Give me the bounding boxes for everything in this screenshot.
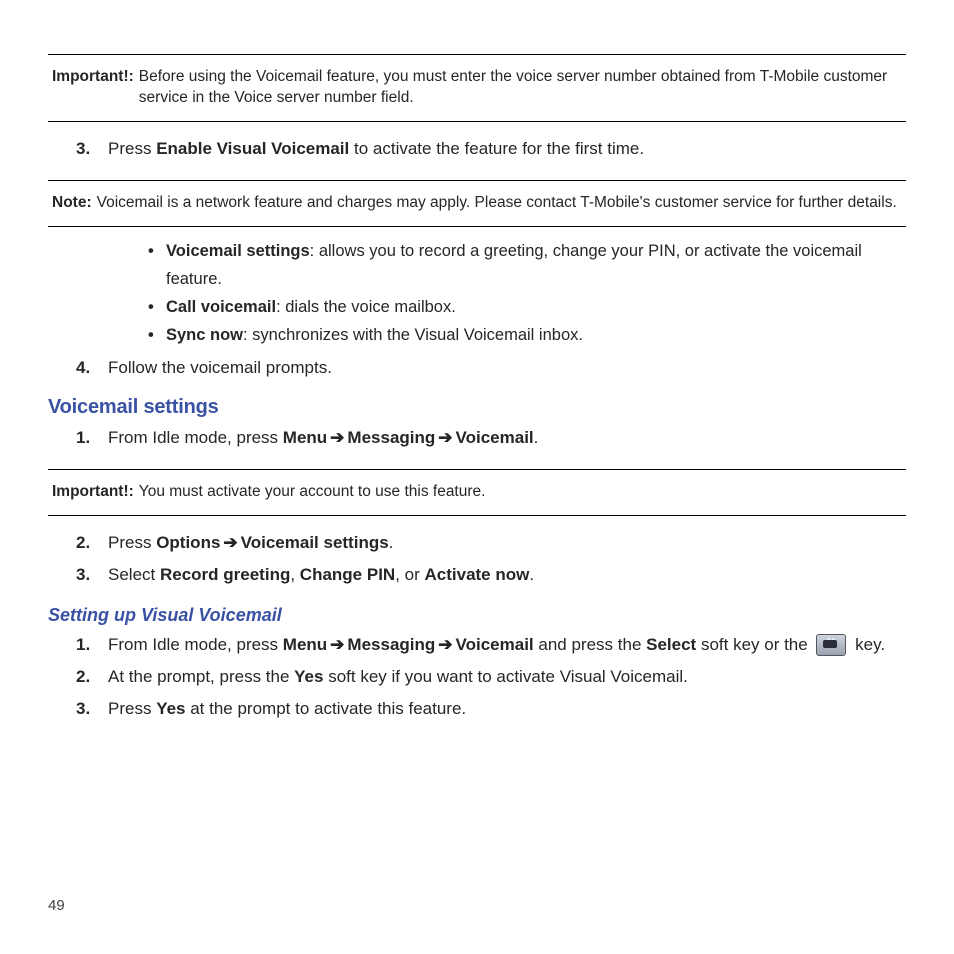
bold: Menu bbox=[283, 428, 327, 447]
arrow-icon: ➔ bbox=[327, 635, 347, 654]
vset-step-3: 3. Select Record greeting, Change PIN, o… bbox=[76, 562, 906, 588]
text: . bbox=[534, 428, 539, 447]
step-body: Press Enable Visual Voicemail to activat… bbox=[108, 136, 906, 162]
step-number: 2. bbox=[76, 530, 108, 556]
bold: Voicemail bbox=[456, 635, 534, 654]
step-number: 2. bbox=[76, 664, 108, 690]
callout-text: Before using the Voicemail feature, you … bbox=[139, 67, 906, 109]
step-body: From Idle mode, press Menu➔Messaging➔Voi… bbox=[108, 425, 906, 451]
callout-label: Important!: bbox=[52, 482, 139, 503]
text: at the prompt to activate this feature. bbox=[186, 699, 467, 718]
step-number: 3. bbox=[76, 136, 108, 162]
text: From Idle mode, press bbox=[108, 635, 283, 654]
rule bbox=[48, 180, 906, 181]
step-body: Press Yes at the prompt to activate this… bbox=[108, 696, 906, 722]
callout-note: Note: Voicemail is a network feature and… bbox=[48, 187, 906, 220]
step-number: 1. bbox=[76, 632, 108, 658]
rule bbox=[48, 54, 906, 55]
bold: Yes bbox=[294, 667, 323, 686]
text: Press bbox=[108, 533, 156, 552]
text: soft key or the bbox=[696, 635, 812, 654]
step-body: At the prompt, press the Yes soft key if… bbox=[108, 664, 906, 690]
vv-step-2: 2. At the prompt, press the Yes soft key… bbox=[76, 664, 906, 690]
bold: Voicemail settings bbox=[166, 242, 310, 260]
manual-page: Important!: Before using the Voicemail f… bbox=[0, 0, 954, 954]
arrow-icon: ➔ bbox=[435, 635, 455, 654]
bold: Messaging bbox=[347, 635, 435, 654]
step-body: From Idle mode, press Menu➔Messaging➔Voi… bbox=[108, 632, 906, 658]
bold: Enable Visual Voicemail bbox=[156, 139, 349, 158]
bold: Voicemail settings bbox=[241, 533, 389, 552]
arrow-icon: ➔ bbox=[435, 428, 455, 447]
bullet-voicemail-settings: Voicemail settings: allows you to record… bbox=[166, 237, 906, 293]
step-body: Follow the voicemail prompts. bbox=[108, 355, 906, 381]
rule bbox=[48, 121, 906, 122]
bullet-call-voicemail: Call voicemail: dials the voice mailbox. bbox=[166, 293, 906, 321]
bullet-sync-now: Sync now: synchronizes with the Visual V… bbox=[166, 321, 906, 349]
rule bbox=[48, 469, 906, 470]
rule bbox=[48, 515, 906, 516]
bold: Change PIN bbox=[300, 565, 395, 584]
bold: Options bbox=[156, 533, 220, 552]
rule bbox=[48, 226, 906, 227]
text: : dials the voice mailbox. bbox=[276, 298, 456, 316]
step-body: Select Record greeting, Change PIN, or A… bbox=[108, 562, 906, 588]
callout-text: You must activate your account to use th… bbox=[139, 482, 486, 503]
bold: Messaging bbox=[347, 428, 435, 447]
text: Press bbox=[108, 699, 156, 718]
callout-label: Important!: bbox=[52, 67, 139, 109]
step-number: 3. bbox=[76, 562, 108, 588]
bold: Activate now bbox=[425, 565, 530, 584]
callout-text: Voicemail is a network feature and charg… bbox=[97, 193, 897, 214]
text: , or bbox=[395, 565, 424, 584]
callout-important-2: Important!: You must activate your accou… bbox=[48, 476, 906, 509]
text: At the prompt, press the bbox=[108, 667, 294, 686]
text: : synchronizes with the Visual Voicemail… bbox=[243, 326, 583, 344]
text: to activate the feature for the first ti… bbox=[349, 139, 644, 158]
step-4: 4. Follow the voicemail prompts. bbox=[76, 355, 906, 381]
page-number: 49 bbox=[48, 897, 65, 914]
heading-setting-up-vv: Setting up Visual Voicemail bbox=[48, 605, 906, 626]
text: . bbox=[529, 565, 534, 584]
arrow-icon: ➔ bbox=[327, 428, 347, 447]
vv-step-1: 1. From Idle mode, press Menu➔Messaging➔… bbox=[76, 632, 906, 658]
bold: Select bbox=[646, 635, 696, 654]
step-3-enable-vv: 3. Press Enable Visual Voicemail to acti… bbox=[76, 136, 906, 162]
step-body: Press Options➔Voicemail settings. bbox=[108, 530, 906, 556]
text: Select bbox=[108, 565, 160, 584]
arrow-icon: ➔ bbox=[220, 533, 240, 552]
callout-important-1: Important!: Before using the Voicemail f… bbox=[48, 61, 906, 115]
heading-voicemail-settings: Voicemail settings bbox=[48, 396, 906, 419]
text: Press bbox=[108, 139, 156, 158]
feature-bullets: Voicemail settings: allows you to record… bbox=[126, 237, 906, 349]
text: From Idle mode, press bbox=[108, 428, 283, 447]
vv-step-3: 3. Press Yes at the prompt to activate t… bbox=[76, 696, 906, 722]
text: soft key if you want to activate Visual … bbox=[323, 667, 687, 686]
bold: Voicemail bbox=[456, 428, 534, 447]
text: and press the bbox=[534, 635, 646, 654]
vset-step-1: 1. From Idle mode, press Menu➔Messaging➔… bbox=[76, 425, 906, 451]
step-number: 4. bbox=[76, 355, 108, 381]
step-number: 3. bbox=[76, 696, 108, 722]
text: key. bbox=[850, 635, 885, 654]
bold: Record greeting bbox=[160, 565, 290, 584]
bold: Call voicemail bbox=[166, 298, 276, 316]
bold: Menu bbox=[283, 635, 327, 654]
bold: Yes bbox=[156, 699, 185, 718]
text: , bbox=[290, 565, 299, 584]
step-number: 1. bbox=[76, 425, 108, 451]
ok-key-icon: OK bbox=[816, 634, 846, 656]
text: . bbox=[389, 533, 394, 552]
bold: Sync now bbox=[166, 326, 243, 344]
vset-step-2: 2. Press Options➔Voicemail settings. bbox=[76, 530, 906, 556]
callout-label: Note: bbox=[52, 193, 97, 214]
